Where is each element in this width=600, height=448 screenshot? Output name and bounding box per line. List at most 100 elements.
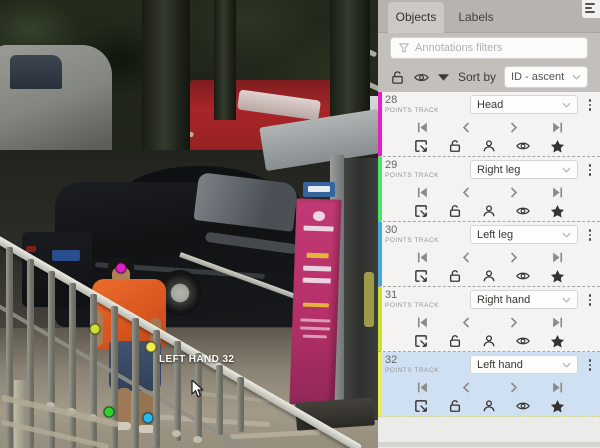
hidden-switch-eye-icon[interactable] [513,267,533,285]
filter-placeholder: Annotations filters [415,42,502,54]
tail-light [26,246,36,252]
object-item-31[interactable]: 31 POINTS TRACK Right hand [378,287,600,352]
next-keyframe-icon[interactable] [503,313,523,331]
object-menu-button[interactable] [584,95,596,115]
prev-keyframe-icon[interactable] [457,118,477,136]
chevron-down-icon [572,74,581,80]
object-item-29[interactable]: 29 POINTS TRACK Right leg [378,157,600,222]
sidebar-collapse-button[interactable] [582,0,600,18]
first-keyframe-icon[interactable] [412,183,432,201]
point-left-leg[interactable] [143,413,154,424]
outside-switch-icon[interactable] [411,332,431,350]
railing-bar [90,294,97,448]
next-keyframe-icon[interactable] [503,248,523,266]
lock-switch-icon[interactable] [445,137,465,155]
object-label: Left hand [477,359,523,371]
lock-switch-icon[interactable] [445,267,465,285]
last-keyframe-icon[interactable] [548,248,568,266]
hidden-switch-eye-icon[interactable] [513,137,533,155]
outside-switch-icon[interactable] [411,202,431,220]
object-menu-button[interactable] [584,355,596,375]
last-keyframe-icon[interactable] [548,313,568,331]
railing-bar [69,283,76,448]
object-item-32-selected[interactable]: 32 POINTS TRACK Left hand [378,352,600,417]
first-keyframe-icon[interactable] [412,378,432,396]
sort-order-select[interactable]: ID - ascent [504,66,588,88]
pink-banner [289,198,341,405]
object-item-30[interactable]: 30 POINTS TRACK Left leg [378,222,600,287]
object-label-select[interactable]: Left hand [470,355,578,374]
occluded-switch-icon[interactable] [479,137,499,155]
point-left-hand[interactable] [146,342,157,353]
object-item-28[interactable]: 28 POINTS TRACK Head [378,92,600,157]
filter-zone: Annotations filters Sort by ID - ascent [378,33,600,92]
tab-labels[interactable]: Labels [450,2,502,33]
outside-switch-icon[interactable] [411,397,431,415]
keyframe-star-icon[interactable] [547,332,567,350]
object-label-select[interactable]: Right hand [470,290,578,309]
outside-switch-icon[interactable] [411,267,431,285]
sort-by-label: Sort by [458,70,496,84]
last-keyframe-icon[interactable] [548,378,568,396]
point-right-hand[interactable] [90,324,101,335]
hide-all-eye-icon[interactable] [413,70,430,85]
first-keyframe-icon[interactable] [412,118,432,136]
next-keyframe-icon[interactable] [503,118,523,136]
first-keyframe-icon[interactable] [412,248,432,266]
chevron-down-icon [562,232,571,238]
objects-sidebar: Objects Labels Annotations filters [378,0,600,448]
object-label-select[interactable]: Right leg [470,160,578,179]
sort-order-value: ID - ascent [511,71,564,83]
hidden-switch-eye-icon[interactable] [513,332,533,350]
railing-bar-base [193,436,202,443]
kiosk-reflector [364,272,374,327]
list-controls-row: Sort by ID - ascent [390,66,588,88]
point-right-leg[interactable] [104,407,115,418]
prev-keyframe-icon[interactable] [457,313,477,331]
prev-keyframe-icon[interactable] [457,378,477,396]
tab-objects[interactable]: Objects [388,2,444,33]
next-keyframe-icon[interactable] [503,183,523,201]
sidebar-tabs: Objects Labels [378,0,600,33]
annotation-canvas[interactable]: LEFT HAND 32 [0,0,378,448]
keyframe-star-icon[interactable] [547,267,567,285]
occluded-switch-icon[interactable] [479,267,499,285]
last-keyframe-icon[interactable] [548,118,568,136]
prev-keyframe-icon[interactable] [457,248,477,266]
object-label-select[interactable]: Head [470,95,578,114]
annotations-filter-input[interactable]: Annotations filters [390,37,588,59]
object-label: Right hand [477,294,530,306]
silver-car-window [10,55,62,89]
lock-switch-icon[interactable] [445,397,465,415]
point-tooltip-label: LEFT HAND 32 [159,354,234,365]
first-keyframe-icon[interactable] [412,313,432,331]
outside-switch-icon[interactable] [411,137,431,155]
last-keyframe-icon[interactable] [548,183,568,201]
sidebar-bottom-strip [378,442,600,447]
tree-trunk [214,0,236,120]
occluded-switch-icon[interactable] [479,332,499,350]
keyframe-star-icon[interactable] [547,397,567,415]
occluded-switch-icon[interactable] [479,397,499,415]
object-label: Right leg [477,164,520,176]
object-menu-button[interactable] [584,225,596,245]
expand-all-caret-icon[interactable] [438,74,449,81]
lock-switch-icon[interactable] [445,202,465,220]
railing-bar [27,259,34,448]
keyframe-star-icon[interactable] [547,202,567,220]
keyframe-star-icon[interactable] [547,137,567,155]
hidden-switch-eye-icon[interactable] [513,202,533,220]
next-keyframe-icon[interactable] [503,378,523,396]
occluded-switch-icon[interactable] [479,202,499,220]
lock-all-icon[interactable] [390,70,405,85]
point-head[interactable] [116,263,127,274]
railing-bar [6,247,13,448]
hidden-switch-eye-icon[interactable] [513,397,533,415]
lock-switch-icon[interactable] [445,332,465,350]
object-label: Head [477,99,503,111]
railing-bar [48,271,55,448]
object-menu-button[interactable] [584,160,596,180]
object-label-select[interactable]: Left leg [470,225,578,244]
prev-keyframe-icon[interactable] [457,183,477,201]
object-menu-button[interactable] [584,290,596,310]
